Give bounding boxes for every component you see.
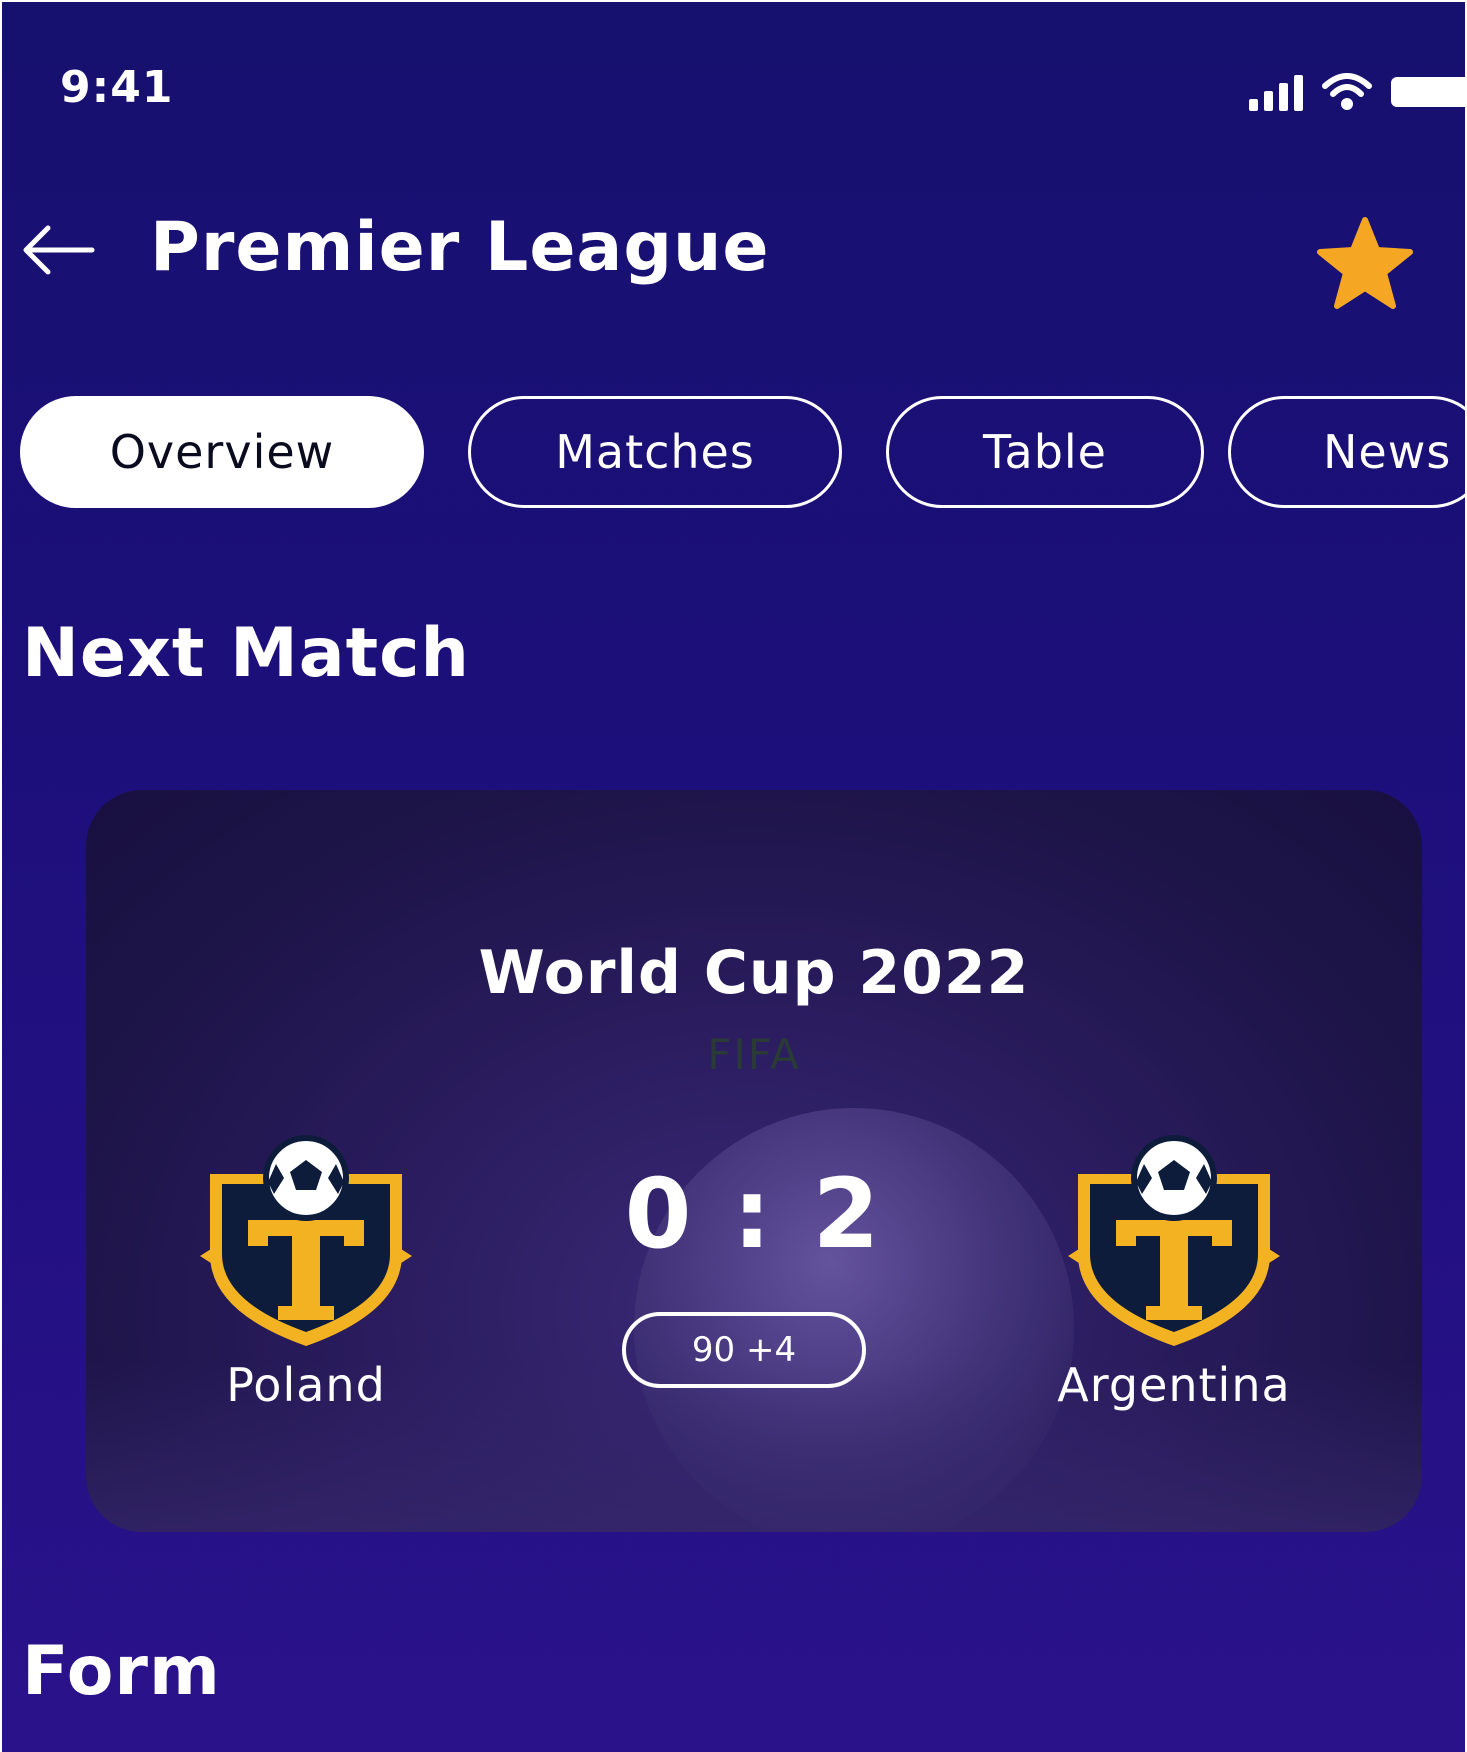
tab-bar: Overview Matches Table News bbox=[20, 396, 1467, 512]
next-match-card[interactable]: World Cup 2022 FIFA Poland 0 : 2 90 +4 A… bbox=[86, 790, 1422, 1532]
app-header: Premier League bbox=[0, 200, 1467, 309]
battery-icon bbox=[1391, 77, 1467, 107]
status-icons bbox=[1249, 72, 1467, 112]
status-time: 9:41 bbox=[60, 62, 174, 113]
away-team-name: Argentina bbox=[1057, 1358, 1291, 1412]
tab-news[interactable]: News bbox=[1228, 396, 1467, 508]
competition-title: World Cup 2022 bbox=[478, 938, 1030, 1008]
organizer-label: FIFA bbox=[707, 1030, 801, 1079]
page-title: Premier League bbox=[150, 208, 770, 287]
tab-overview[interactable]: Overview bbox=[20, 396, 424, 508]
wifi-icon bbox=[1322, 73, 1372, 110]
signal-icon bbox=[1249, 73, 1303, 111]
tab-matches[interactable]: Matches bbox=[468, 396, 842, 508]
star-icon[interactable] bbox=[1315, 214, 1415, 314]
tab-table[interactable]: Table bbox=[886, 396, 1204, 508]
away-team-crest-icon bbox=[1068, 1135, 1280, 1346]
home-team-name: Poland bbox=[226, 1358, 386, 1412]
section-title-next-match: Next Match bbox=[22, 614, 470, 693]
arrow-left-icon[interactable] bbox=[18, 222, 98, 278]
section-title-form: Form bbox=[22, 1632, 221, 1711]
match-minute-badge: 90 +4 bbox=[622, 1312, 866, 1388]
